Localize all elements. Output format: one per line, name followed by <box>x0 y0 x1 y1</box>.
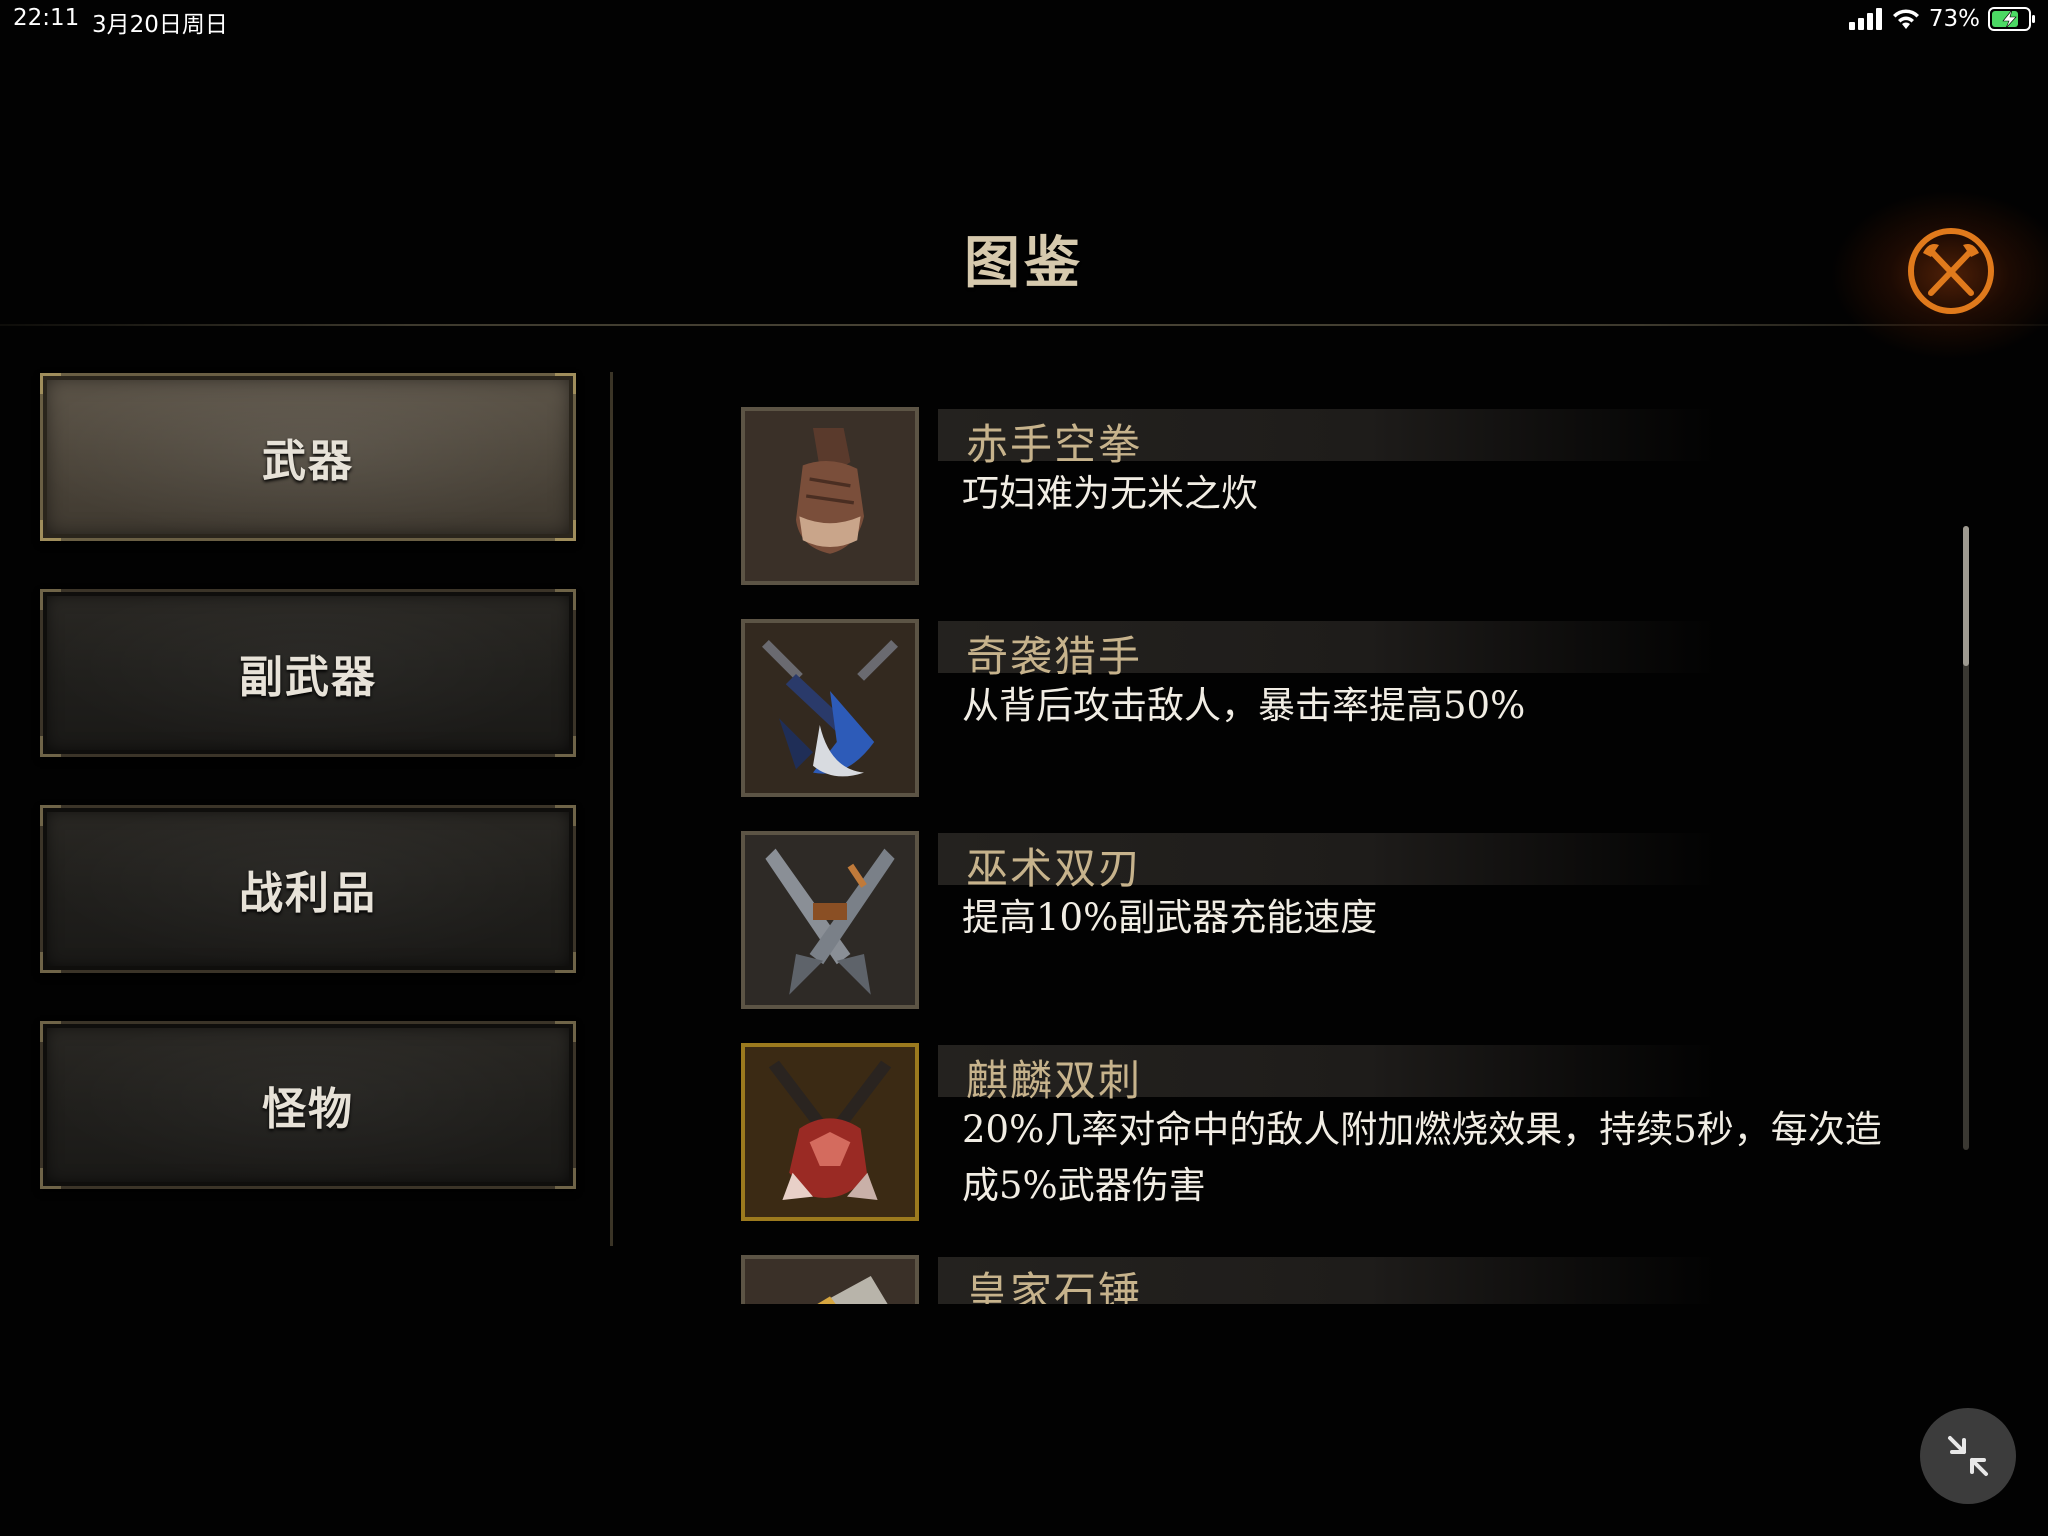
item-name: 赤手空拳 <box>966 420 1143 469</box>
list-item[interactable]: 巫术双刃 提高10%副武器充能速度 <box>740 824 1960 1009</box>
tab-sub-weapons[interactable]: 副武器 <box>40 589 576 757</box>
tab-corner <box>555 589 576 610</box>
tab-corner <box>40 520 61 541</box>
tab-corner <box>555 952 576 973</box>
item-icon-frame <box>741 407 919 585</box>
twin-blades-icon <box>745 835 915 1005</box>
qilin-daggers-icon <box>745 1047 915 1217</box>
item-description: 20%几率对命中的敌人附加燃烧效果，持续5秒，每次造成5%武器伤害 <box>962 1108 1882 1207</box>
crossed-axes-close-icon <box>1908 228 1994 314</box>
item-name: 皇家石锤 <box>966 1268 1143 1304</box>
list-item[interactable]: 奇袭猎手 从背后攻击敌人，暴击率提高50% <box>740 612 1960 797</box>
page-title: 图鉴 <box>964 230 1084 296</box>
status-time: 22:11 <box>13 5 80 31</box>
tab-corner <box>555 1168 576 1189</box>
tab-corner <box>40 736 61 757</box>
scroll-thumb[interactable] <box>1963 526 1969 666</box>
list-scrollbar[interactable] <box>1963 526 1969 1150</box>
item-description: 巧妇难为无米之炊 <box>962 472 1258 515</box>
tab-loot[interactable]: 战利品 <box>40 805 576 973</box>
tab-corner <box>555 1021 576 1042</box>
item-icon-frame <box>741 1255 919 1304</box>
tab-corner <box>40 373 61 394</box>
tab-corner <box>40 589 61 610</box>
stone-hammer-icon <box>745 1259 915 1304</box>
tab-weapons[interactable]: 武器 <box>40 373 576 541</box>
header-divider <box>0 324 2048 326</box>
tab-corner <box>555 805 576 826</box>
tab-corner <box>555 736 576 757</box>
hunter-blades-icon <box>745 623 915 793</box>
item-icon-frame <box>741 619 919 797</box>
tab-corner <box>40 952 61 973</box>
cellular-signal-icon <box>1848 8 1882 30</box>
item-icon-frame <box>741 831 919 1009</box>
collapse-button[interactable] <box>1920 1408 2016 1504</box>
item-description: 从背后攻击敌人，暴击率提高50% <box>962 684 1526 727</box>
fist-icon <box>745 411 915 581</box>
status-right-group: 73% <box>1848 6 2036 32</box>
tab-corner <box>555 520 576 541</box>
panel-divider <box>610 372 613 1246</box>
item-description: 提高10%副武器充能速度 <box>962 896 1378 939</box>
tab-corner <box>40 805 61 826</box>
item-icon-frame <box>741 1043 919 1221</box>
tab-corner <box>40 1021 61 1042</box>
tab-label: 武器 <box>262 436 354 487</box>
collapse-arrows-icon <box>1948 1436 1988 1476</box>
list-item[interactable]: 麒麟双刺 20%几率对命中的敌人附加燃烧效果，持续5秒，每次造成5%武器伤害 <box>740 1036 1960 1221</box>
tab-monsters[interactable]: 怪物 <box>40 1021 576 1189</box>
tab-corner <box>555 373 576 394</box>
tab-label: 战利品 <box>239 868 377 919</box>
wifi-icon <box>1892 9 1919 29</box>
close-button[interactable] <box>1903 223 1999 319</box>
tab-label: 怪物 <box>262 1084 354 1135</box>
status-date: 3月20日周日 <box>92 12 228 38</box>
tab-label: 副武器 <box>239 652 377 703</box>
weapon-list[interactable]: 赤手空拳 巧妇难为无米之炊 奇袭猎手 从背后攻击敌人，暴击率提高50% 巫术双刃… <box>740 400 1960 1304</box>
battery-percent: 73% <box>1928 6 1980 32</box>
list-item[interactable]: 皇家石锤 <box>740 1248 1960 1304</box>
item-name: 巫术双刃 <box>966 844 1143 893</box>
tab-corner <box>40 1168 61 1189</box>
codex-screen: 22:11 3月20日周日 73% 图鉴 武器 副武器 战利品 怪物 赤手空拳 … <box>0 0 2048 1536</box>
list-item[interactable]: 赤手空拳 巧妇难为无米之炊 <box>740 400 1960 585</box>
battery-charging-icon <box>1988 7 2035 31</box>
item-name: 奇袭猎手 <box>966 632 1143 681</box>
status-bar: 22:11 3月20日周日 73% <box>0 0 2048 40</box>
item-name: 麒麟双刺 <box>966 1056 1143 1105</box>
